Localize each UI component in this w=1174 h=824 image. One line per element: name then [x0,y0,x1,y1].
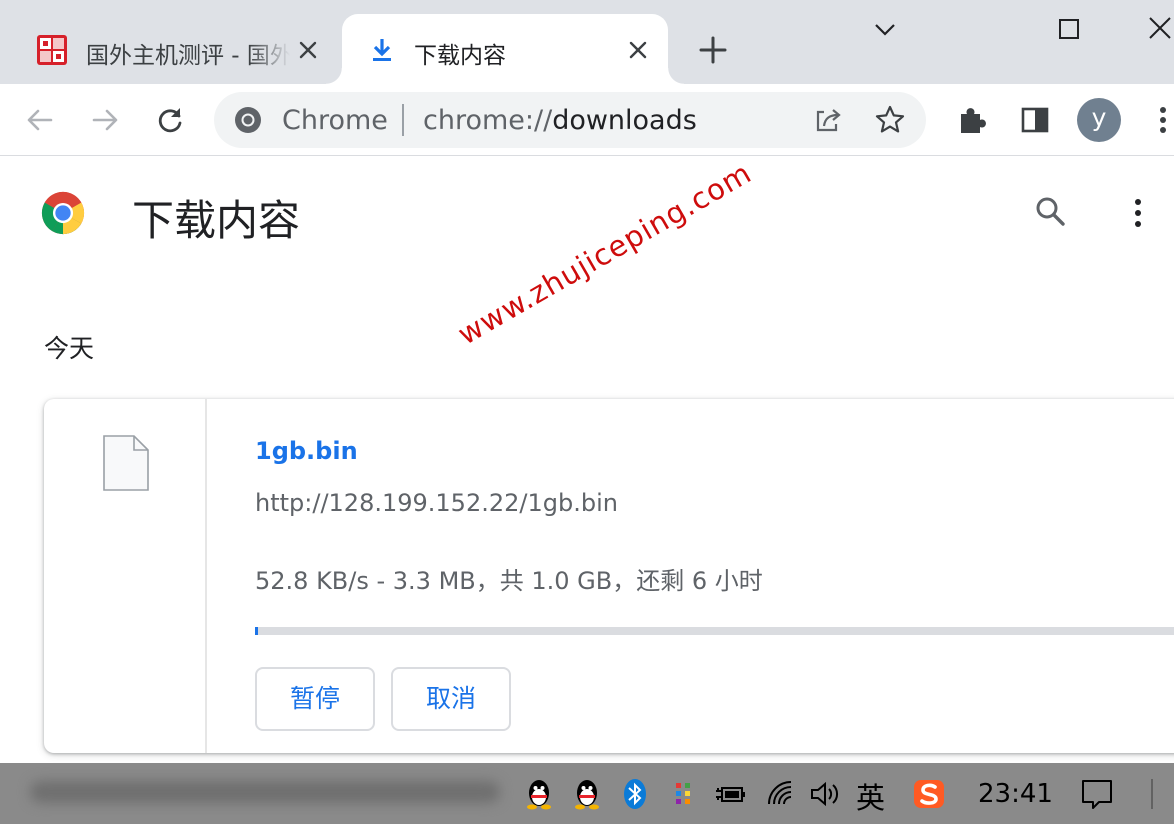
extensions-icon[interactable] [954,102,990,138]
profile-avatar[interactable]: y [1077,98,1121,142]
notifications-icon[interactable] [1080,777,1114,811]
url-scheme: chrome:// [423,105,553,136]
download-icon [373,39,391,61]
window-close-icon[interactable] [1144,12,1174,46]
blurred-taskbar-apps [30,781,500,803]
chrome-logo-icon [41,191,85,235]
toolbar: Chrome chrome://downloads y [0,84,1174,156]
new-tab-icon[interactable] [696,33,730,67]
wifi-icon[interactable] [764,777,798,811]
app-grid-icon[interactable] [666,777,700,811]
address-bar[interactable]: Chrome chrome://downloads [214,92,926,148]
side-panel-icon[interactable] [1017,102,1053,138]
file-source-url[interactable]: http://128.199.152.22/1gb.bin [255,489,618,517]
back-arrow-icon[interactable] [22,102,58,138]
url-path: downloads [552,105,697,136]
tab-title: 国外主机测评 - 国外 [86,43,290,69]
date-heading: 今天 [44,334,95,363]
close-icon[interactable] [626,38,650,62]
reload-icon[interactable] [152,102,188,138]
site-logo-icon [37,35,67,65]
file-icon [103,435,149,491]
clock[interactable]: 23:41 [978,779,1053,809]
card-divider [205,399,207,753]
bookmark-star-icon[interactable] [872,102,908,138]
search-icon[interactable] [1032,193,1068,229]
download-status: 52.8 KB/s - 3.3 MB，共 1.0 GB，还剩 6 小时 [255,567,763,595]
chrome-menu-icon[interactable] [1150,102,1174,138]
chrome-chip-label: Chrome [282,105,388,136]
battery-charging-icon[interactable] [714,777,748,811]
browser-window: 国外主机测评 - 国外 下载内容 Chrome chrome://downloa… [0,0,1174,824]
more-menu-icon[interactable] [1122,195,1154,231]
show-desktop-icon[interactable] [1150,777,1174,811]
progress-fill [255,627,259,635]
volume-icon[interactable] [808,777,842,811]
tab-downloads[interactable]: 下载内容 [326,14,684,84]
download-item: 1gb.bin http://128.199.152.22/1gb.bin 52… [44,399,1174,753]
chevron-down-icon[interactable] [868,12,902,46]
cancel-button[interactable]: 取消 [391,667,511,731]
tab-title: 下载内容 [414,43,506,69]
progress-bar [255,627,1174,635]
file-name-link[interactable]: 1gb.bin [255,437,358,465]
close-icon[interactable] [296,38,320,62]
chrome-icon [235,107,261,133]
forward-arrow-icon[interactable] [87,102,123,138]
page-title: 下载内容 [132,196,301,245]
url-text[interactable]: chrome://downloads [423,105,697,136]
tab-strip: 国外主机测评 - 国外 下载内容 [0,0,1174,84]
tab-site[interactable]: 国外主机测评 - 国外 [20,14,338,84]
pause-button[interactable]: 暂停 [255,667,375,731]
qq-icon[interactable] [570,777,604,811]
maximize-icon[interactable] [1052,12,1086,46]
qq-icon[interactable] [522,777,556,811]
sogou-input-icon[interactable] [912,777,946,811]
taskbar: 英 23:41 [0,763,1174,824]
share-icon[interactable] [810,102,846,138]
bluetooth-icon[interactable] [618,777,652,811]
omnibox-separator [402,104,404,136]
ime-indicator[interactable]: 英 [856,775,885,817]
